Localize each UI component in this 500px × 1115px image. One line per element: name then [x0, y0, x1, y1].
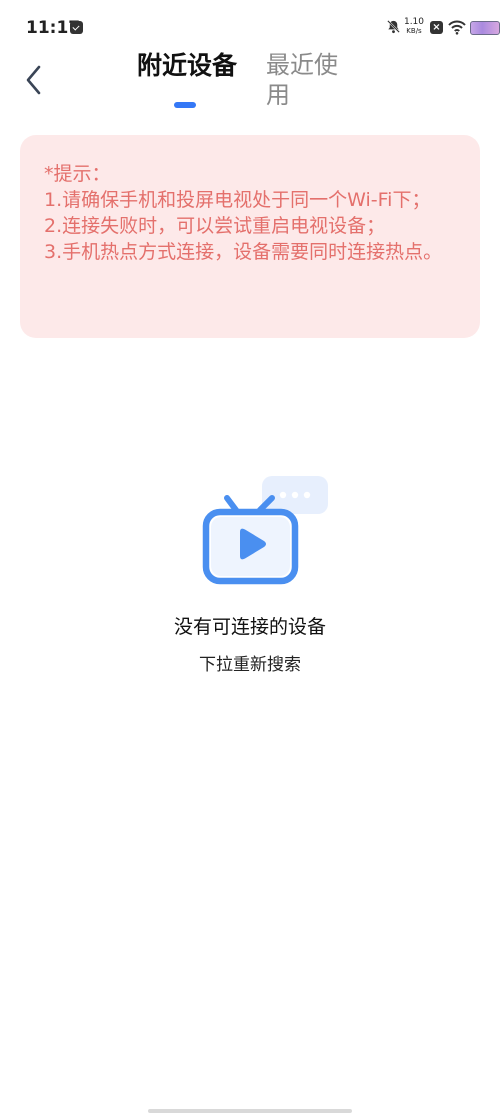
chevron-left-icon	[26, 65, 41, 95]
back-button[interactable]	[20, 60, 52, 100]
tab-nearby-devices[interactable]: 附近设备	[137, 50, 237, 81]
tab-recently-used[interactable]: 最近使用	[266, 50, 356, 110]
tips-item-3: 3.手机热点方式连接，设备需要同时连接热点。	[44, 241, 443, 263]
tips-item-2: 2.连接失败时，可以尝试重启电视设备；	[44, 215, 386, 237]
tips-item-1: 1.请确保手机和投屏电视处于同一个Wi-Fi下；	[44, 189, 431, 211]
net-speed: 1.10 KB/s	[402, 18, 426, 36]
bell-off-icon	[387, 20, 400, 34]
empty-state-title: 没有可连接的设备	[173, 616, 326, 638]
net-speed-value: 1.10	[403, 17, 425, 27]
tips-text: *提示： 1.请确保手机和投屏电视处于同一个Wi-Fi下； 2.连接失败时，可以…	[44, 161, 464, 265]
tips-card: *提示： 1.请确保手机和投屏电视处于同一个Wi-Fi下； 2.连接失败时，可以…	[20, 135, 480, 338]
wifi-icon	[448, 20, 466, 35]
empty-state-hint: 下拉重新搜索	[199, 655, 301, 675]
tv-play-icon	[202, 476, 328, 585]
net-speed-unit: KB/s	[406, 27, 422, 35]
home-indicator[interactable]	[148, 1109, 352, 1113]
message-icon	[70, 21, 83, 34]
status-bar: 11:17 1.10 KB/s ×	[0, 0, 500, 60]
battery-icon	[470, 21, 500, 35]
tab-active-indicator	[174, 102, 196, 108]
tips-title: *提示：	[44, 163, 111, 185]
x-app-icon: ×	[430, 21, 443, 34]
